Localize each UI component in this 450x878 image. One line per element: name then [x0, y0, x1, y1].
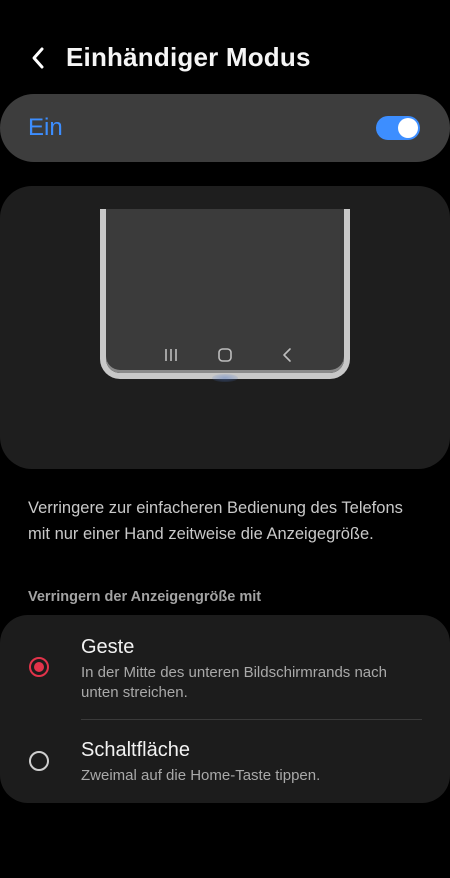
option-title: Geste — [81, 636, 135, 658]
app-header: Einhändiger Modus — [0, 30, 450, 86]
home-icon — [213, 345, 237, 365]
master-toggle[interactable] — [376, 116, 420, 140]
option-subtitle: Zweimal auf die Home-Taste tippen. — [81, 767, 321, 784]
recents-icon — [160, 345, 182, 365]
phone-navbar — [106, 345, 344, 365]
master-switch-label: Ein — [28, 114, 63, 141]
toggle-knob — [398, 118, 418, 138]
chevron-left-icon — [32, 47, 44, 69]
back-button[interactable] — [22, 38, 54, 78]
radio-button-unselected[interactable] — [29, 751, 49, 771]
phone-illustration — [100, 209, 350, 379]
option-subtitle: In der Mitte des unteren Bildschirmrands… — [81, 664, 387, 701]
back-icon — [276, 345, 298, 365]
section-header: Verringern der Anzeigengröße mit — [28, 589, 262, 605]
option-title: Schaltfläche — [81, 739, 190, 761]
options-card: Geste In der Mitte des unteren Bildschir… — [0, 615, 450, 803]
master-switch-bar[interactable]: Ein — [0, 94, 450, 162]
gesture-glow — [212, 374, 238, 382]
description-text: Verringere zur einfacheren Bedienung des… — [28, 499, 403, 543]
option-gesture[interactable]: Geste In der Mitte des unteren Bildschir… — [0, 615, 450, 719]
radio-button-selected[interactable] — [29, 657, 49, 677]
page-title: Einhändiger Modus — [66, 42, 311, 72]
option-button[interactable]: Schaltfläche Zweimal auf die Home-Taste … — [0, 720, 450, 803]
preview-illustration — [0, 186, 450, 469]
